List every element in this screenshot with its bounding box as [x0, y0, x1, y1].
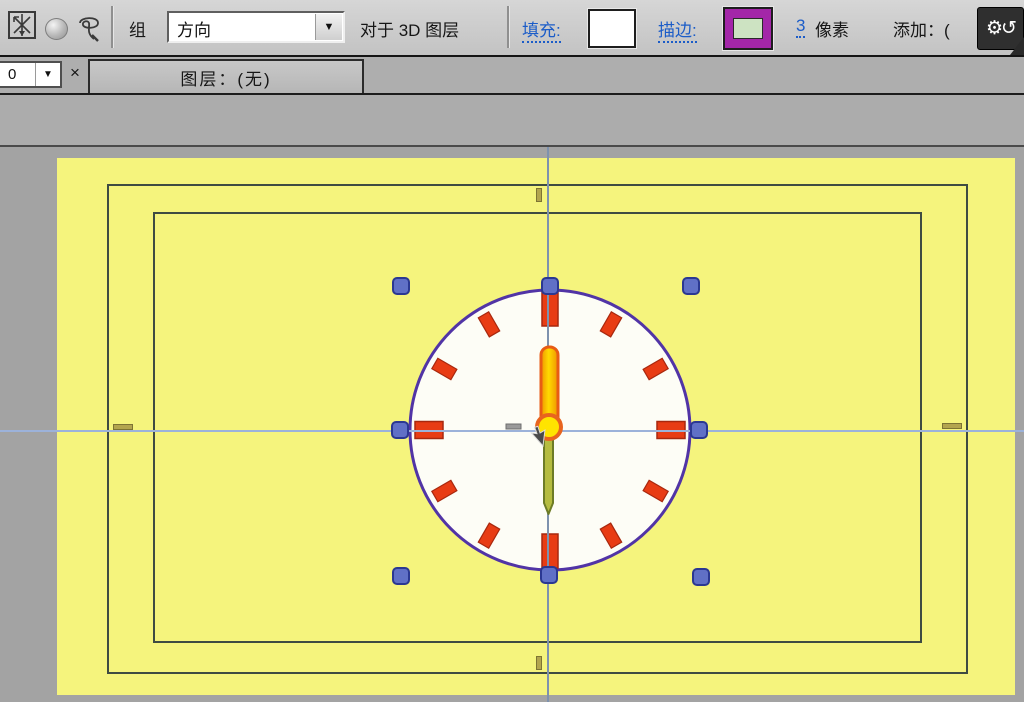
- stroke-width-value[interactable]: 3: [796, 16, 805, 38]
- for-3d-layer-label: 对于 3D 图层: [360, 16, 459, 41]
- add-label: 添加：(: [893, 16, 950, 41]
- inner-border-rectangle: [153, 212, 922, 643]
- selection-handle-bottom-center[interactable]: [540, 566, 558, 584]
- zoom-level-dropdown[interactable]: 0 ▼: [0, 61, 62, 88]
- toolbar-separator: [111, 6, 114, 48]
- stroke-link[interactable]: 描边:: [658, 16, 697, 43]
- close-icon[interactable]: ×: [70, 63, 80, 83]
- free-transform-icon[interactable]: [7, 10, 37, 40]
- center-mark-top: [536, 188, 542, 202]
- zoom-value: 0: [0, 66, 35, 83]
- chevron-down-icon[interactable]: ▼: [35, 63, 60, 86]
- stroke-swatch-inner: [733, 18, 763, 39]
- chevron-down-icon[interactable]: ▼: [315, 14, 342, 40]
- options-toolbar: 组 方向 ▼ 对于 3D 图层 填充: 描边: 3 像素 添加：( ⚙↺: [0, 0, 1024, 57]
- document-tab-bar: 0 ▼ × 图层：(无): [0, 57, 1024, 95]
- selection-handle-bottom-left[interactable]: [392, 567, 410, 585]
- horizontal-guide[interactable]: [0, 430, 1024, 432]
- pixels-label: 像素: [815, 16, 849, 41]
- vertical-guide[interactable]: [547, 147, 549, 702]
- group-label: 组: [129, 16, 146, 41]
- selection-handle-middle-right[interactable]: [690, 421, 708, 439]
- selection-handle-bottom-right[interactable]: [692, 568, 710, 586]
- toolbar-corner-wedge: [1010, 37, 1024, 55]
- center-mark-bottom: [536, 656, 542, 670]
- layer-tab[interactable]: 图层：(无): [88, 59, 364, 93]
- fill-link[interactable]: 填充:: [522, 16, 561, 43]
- selection-handle-middle-left[interactable]: [391, 421, 409, 439]
- toolbar-separator: [507, 6, 510, 48]
- selection-handle-top-left[interactable]: [392, 277, 410, 295]
- selection-handle-top-center[interactable]: [541, 277, 559, 295]
- lasso-icon[interactable]: [74, 11, 104, 43]
- stroke-color-swatch[interactable]: [723, 7, 773, 50]
- center-mark-right: [942, 423, 962, 429]
- layer-tab-label: 图层：(无): [180, 65, 271, 90]
- direction-dropdown[interactable]: 方向 ▼: [167, 11, 345, 43]
- direction-value: 方向: [177, 16, 211, 41]
- document-header-band: [0, 95, 1024, 147]
- selection-handle-top-right[interactable]: [682, 277, 700, 295]
- fill-color-swatch[interactable]: [588, 9, 636, 48]
- 3d-rotation-sphere-icon[interactable]: [45, 18, 68, 40]
